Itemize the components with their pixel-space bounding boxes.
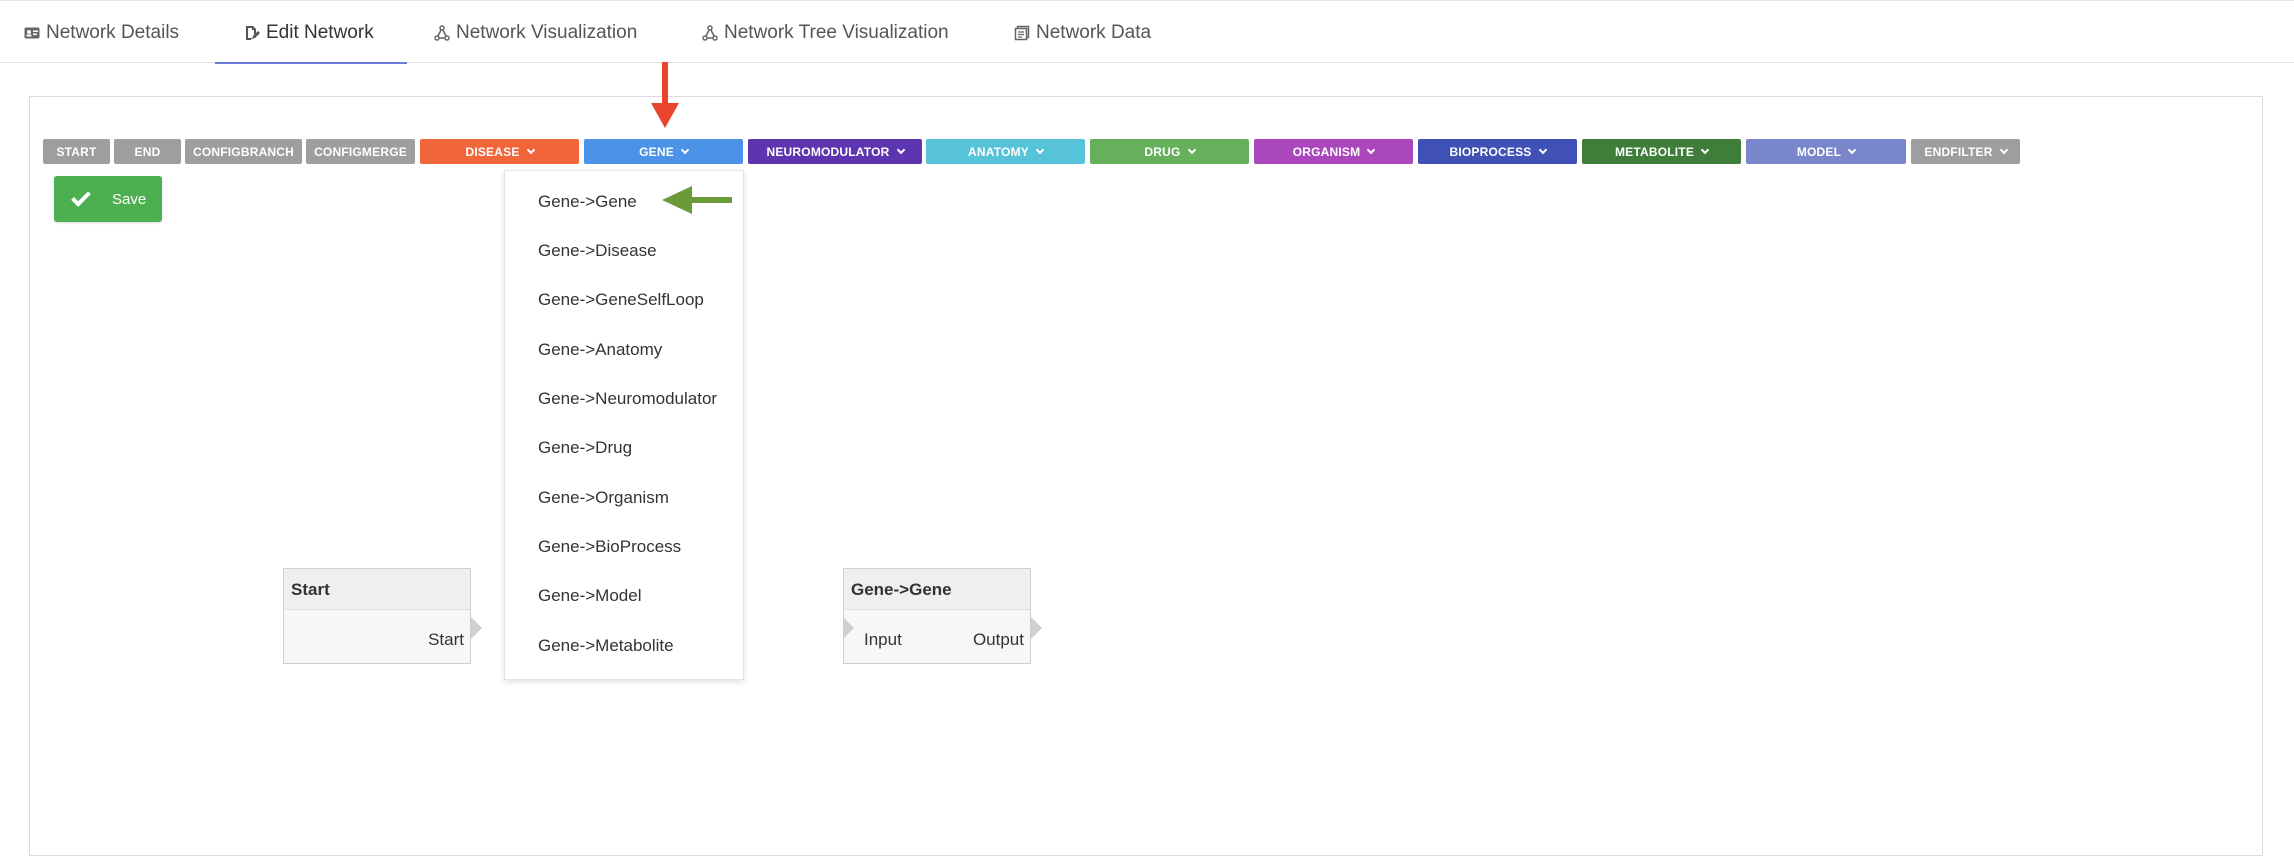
menu-item-gene-metabolite[interactable]: Gene->Metabolite	[538, 636, 674, 656]
node-button-label: ORGANISM	[1292, 144, 1361, 159]
menu-item-gene-organism[interactable]: Gene->Organism	[538, 488, 669, 508]
chevron-down-icon	[1700, 145, 1710, 154]
id-card-icon	[24, 25, 40, 41]
chevron-down-icon	[680, 145, 690, 154]
network-icon	[434, 24, 450, 41]
tab-label: Network Tree Visualization	[724, 21, 949, 43]
check-icon	[71, 187, 91, 207]
menu-item-gene-anatomy[interactable]: Gene->Anatomy	[538, 340, 662, 360]
chevron-down-icon	[896, 145, 905, 154]
node-button-configbranch[interactable]: CONFIGBRANCH	[185, 139, 302, 164]
node-button-label: GENE	[639, 144, 674, 159]
node-button-configmerge[interactable]: CONFIGMERGE	[306, 139, 415, 164]
tab-edit-network[interactable]: Edit Network	[244, 1, 374, 64]
chevron-down-icon	[1538, 145, 1547, 154]
node-title: Gene->Gene	[844, 569, 1030, 610]
node-dropdown-gene[interactable]: GENE	[584, 139, 743, 164]
menu-item-gene-gene[interactable]: Gene->Gene	[538, 192, 637, 212]
node-button-end[interactable]: END	[114, 139, 181, 164]
node-button-label: METABOLITE	[1614, 144, 1695, 159]
node-button-label: END	[134, 144, 161, 159]
chevron-down-icon	[1999, 145, 2008, 154]
node-button-label: NEUROMODULATOR	[766, 144, 890, 159]
node-output-label: Output	[972, 630, 1024, 649]
save-button[interactable]: Save	[54, 176, 162, 222]
node-button-label: MODEL	[1796, 144, 1842, 159]
menu-item-gene-disease[interactable]: Gene->Disease	[538, 241, 657, 261]
chevron-down-icon	[1035, 145, 1045, 154]
node-button-label: DISEASE	[465, 144, 520, 159]
node-button-start[interactable]: START	[43, 139, 110, 164]
node-button-label: START	[56, 144, 97, 159]
input-port[interactable]	[843, 617, 854, 639]
node-dropdown-organism[interactable]: ORGANISM	[1254, 139, 1413, 164]
node-dropdown-anatomy[interactable]: ANATOMY	[926, 139, 1085, 164]
node-button-label: ENDFILTER	[1924, 144, 1993, 159]
chevron-down-icon	[1367, 145, 1376, 154]
node-dropdown-bioprocess[interactable]: BIOPROCESS	[1418, 139, 1577, 164]
node-title: Start	[284, 569, 470, 610]
file-edit-icon	[244, 25, 260, 41]
tab-label: Network Data	[1036, 21, 1152, 43]
gene-gene-node[interactable]: Gene->Gene Input Output	[843, 568, 1042, 664]
active-tab-indicator	[215, 62, 407, 64]
save-button-label: Save	[112, 190, 147, 208]
tab-network-details[interactable]: Network Details	[24, 1, 179, 64]
node-dropdown-drug[interactable]: DRUG	[1090, 139, 1249, 164]
menu-item-gene-drug[interactable]: Gene->Drug	[538, 438, 632, 458]
node-dropdown-endfilter[interactable]: ENDFILTER	[1911, 139, 2020, 164]
tab-label: Edit Network	[266, 21, 374, 43]
green-arrow-head	[662, 186, 692, 214]
tab-label: Network Visualization	[456, 21, 638, 43]
tab-bar: Network Details Edit Network Network Vis…	[0, 0, 2294, 64]
node-dropdown-disease[interactable]: DISEASE	[420, 139, 579, 164]
node-button-label: ANATOMY	[968, 144, 1029, 159]
output-port[interactable]	[471, 617, 482, 639]
menu-item-gene-geneselfloop[interactable]: Gene->GeneSelfLoop	[538, 290, 704, 310]
network-tree-icon	[702, 24, 718, 41]
node-dropdown-metabolite[interactable]: METABOLITE	[1582, 139, 1741, 164]
node-output-label: Start	[428, 630, 464, 649]
output-port[interactable]	[1031, 617, 1042, 639]
chevron-down-icon	[526, 145, 535, 154]
data-pages-icon	[1014, 25, 1030, 41]
green-arrow-annotation	[690, 197, 732, 203]
network-editor-canvas[interactable]	[29, 96, 2263, 856]
node-input-label: Input	[864, 630, 902, 649]
node-button-label: CONFIGMERGE	[314, 144, 407, 159]
node-button-label: BIOPROCESS	[1449, 144, 1532, 159]
chevron-down-icon	[1187, 145, 1196, 154]
tab-network-visualization[interactable]: Network Visualization	[434, 1, 637, 64]
gene-dropdown-menu: Gene->Gene Gene->Disease Gene->GeneSelfL…	[504, 170, 744, 680]
tab-network-data[interactable]: Network Data	[1014, 1, 1151, 64]
tab-network-tree-visualization[interactable]: Network Tree Visualization	[702, 1, 949, 64]
node-dropdown-model[interactable]: MODEL	[1746, 139, 1906, 164]
node-button-label: DRUG	[1144, 144, 1181, 159]
menu-item-gene-bioprocess[interactable]: Gene->BioProcess	[538, 537, 681, 557]
red-arrow-head	[651, 103, 679, 128]
tab-label: Network Details	[46, 21, 180, 43]
menu-item-gene-neuromodulator[interactable]: Gene->Neuromodulator	[538, 389, 717, 409]
start-node[interactable]: Start Start	[283, 568, 482, 664]
menu-item-gene-model[interactable]: Gene->Model	[538, 586, 641, 606]
red-arrow-annotation	[662, 62, 668, 106]
node-button-label: CONFIGBRANCH	[192, 144, 295, 159]
chevron-down-icon	[1847, 145, 1857, 154]
node-dropdown-neuromodulator[interactable]: NEUROMODULATOR	[748, 139, 922, 164]
